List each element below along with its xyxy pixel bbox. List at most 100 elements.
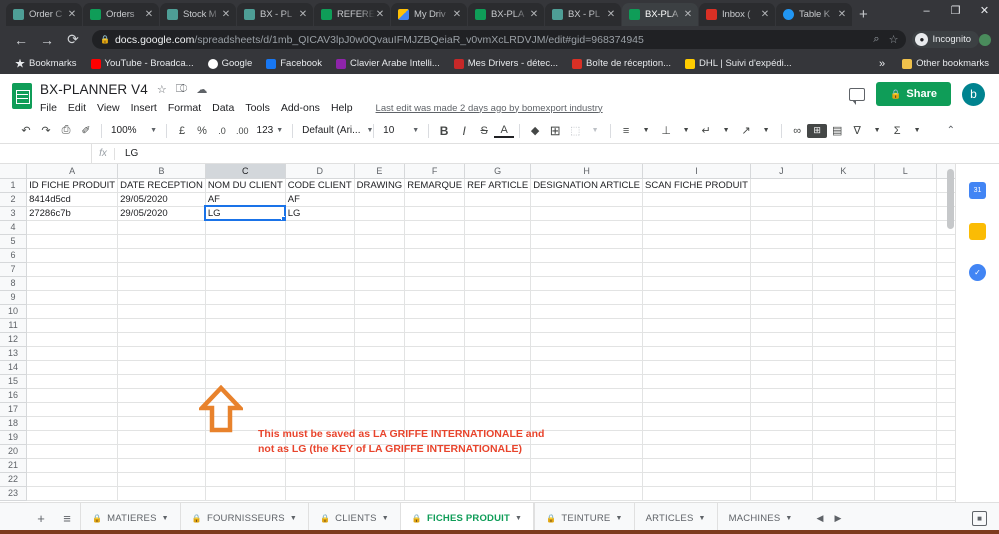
- cell-C10[interactable]: [205, 304, 286, 319]
- cell-F8[interactable]: [404, 276, 466, 291]
- cell-I13[interactable]: [642, 346, 751, 361]
- cell-I5[interactable]: [642, 234, 751, 249]
- address-bar[interactable]: 🔒 docs.google.com /spreadsheets/d/1mb_QI…: [92, 30, 907, 49]
- chevron-down-icon[interactable]: ▼: [515, 515, 522, 522]
- italic-button[interactable]: I: [454, 121, 474, 141]
- cell-E6[interactable]: [354, 248, 406, 263]
- functions-dropdown-icon[interactable]: ▼: [907, 121, 927, 141]
- cell-L4[interactable]: [874, 220, 937, 235]
- cell-K3[interactable]: [812, 206, 875, 221]
- cell-C3-selected[interactable]: LG: [204, 205, 287, 221]
- cell-D13[interactable]: [285, 346, 355, 361]
- percent-format-button[interactable]: %: [192, 121, 212, 141]
- cell-B20[interactable]: [117, 444, 206, 459]
- column-header-L[interactable]: L: [874, 164, 937, 179]
- column-header-G[interactable]: G: [464, 164, 532, 179]
- menu-add-ons[interactable]: Add-ons: [281, 102, 320, 114]
- close-window-button[interactable]: ✕: [970, 0, 999, 22]
- cell-D16[interactable]: [285, 388, 355, 403]
- bold-button[interactable]: B: [434, 121, 454, 141]
- cell-G3[interactable]: [464, 206, 532, 221]
- cell-H19[interactable]: [530, 430, 643, 445]
- fill-color-button[interactable]: ◆: [525, 121, 545, 141]
- cell-H10[interactable]: [530, 304, 643, 319]
- cell-E5[interactable]: [354, 234, 406, 249]
- cell-K16[interactable]: [812, 388, 875, 403]
- browser-tab-5[interactable]: My Driv ✕: [391, 3, 467, 26]
- row-header-12[interactable]: 12: [0, 332, 28, 347]
- cell-J21[interactable]: [750, 458, 813, 473]
- cell-I3[interactable]: [642, 206, 751, 221]
- cell-K23[interactable]: [812, 486, 875, 501]
- bookmark-item-bookmarks[interactable]: Bookmarks: [8, 58, 84, 69]
- cell-B19[interactable]: [117, 430, 206, 445]
- menu-format[interactable]: Format: [168, 102, 201, 114]
- cell-L14[interactable]: [874, 360, 937, 375]
- row-header-10[interactable]: 10: [0, 304, 28, 319]
- paint-format-button[interactable]: ✐: [76, 121, 96, 141]
- cell-D21[interactable]: [285, 458, 355, 473]
- back-icon[interactable]: ←: [8, 28, 34, 52]
- cell-L3[interactable]: [874, 206, 937, 221]
- cell-B2[interactable]: 29/05/2020: [117, 192, 206, 207]
- tab-close-icon[interactable]: ✕: [67, 9, 77, 20]
- comment-icon[interactable]: [849, 87, 866, 105]
- cell-C23[interactable]: [205, 486, 286, 501]
- zoom-select[interactable]: 100% ▼: [107, 122, 161, 140]
- cell-F10[interactable]: [404, 304, 466, 319]
- decrease-decimal-button[interactable]: .0: [212, 121, 232, 141]
- cell-H20[interactable]: [530, 444, 643, 459]
- cell-K22[interactable]: [812, 472, 875, 487]
- cell-I17[interactable]: [642, 402, 751, 417]
- document-title[interactable]: BX-PLANNER V4: [40, 82, 148, 97]
- cell-F23[interactable]: [404, 486, 466, 501]
- profile-avatar-icon[interactable]: [979, 33, 991, 46]
- cell-L10[interactable]: [874, 304, 937, 319]
- cell-E3[interactable]: [354, 206, 406, 221]
- cell-K1[interactable]: [812, 178, 875, 193]
- cell-C7[interactable]: [205, 262, 286, 277]
- cell-I15[interactable]: [642, 374, 751, 389]
- cell-C6[interactable]: [205, 248, 286, 263]
- strikethrough-button[interactable]: S: [474, 121, 494, 141]
- cell-E17[interactable]: [354, 402, 406, 417]
- cell-L9[interactable]: [874, 290, 937, 305]
- cell-I1[interactable]: SCAN FICHE PRODUIT: [642, 178, 751, 193]
- cell-F21[interactable]: [404, 458, 466, 473]
- cell-H7[interactable]: [530, 262, 643, 277]
- cell-L12[interactable]: [874, 332, 937, 347]
- cell-E9[interactable]: [354, 290, 406, 305]
- row-header-21[interactable]: 21: [0, 458, 28, 473]
- cell-C16[interactable]: [205, 388, 286, 403]
- borders-button[interactable]: ⊞: [545, 121, 565, 141]
- cell-B17[interactable]: [117, 402, 206, 417]
- vertical-align-button[interactable]: ⊥: [656, 121, 676, 141]
- cell-E23[interactable]: [354, 486, 406, 501]
- cell-B12[interactable]: [117, 332, 206, 347]
- bookmark-item-other-bookmarks[interactable]: Other bookmarks: [895, 58, 989, 69]
- minimize-button[interactable]: –: [912, 0, 941, 22]
- cell-C18[interactable]: [205, 416, 286, 431]
- tab-close-icon[interactable]: ✕: [683, 9, 693, 20]
- cell-D7[interactable]: [285, 262, 355, 277]
- bookmarks-overflow-icon[interactable]: »: [879, 58, 885, 70]
- add-sheet-button[interactable]: +: [28, 506, 54, 532]
- vertical-scrollbar-thumb[interactable]: [947, 169, 954, 229]
- cell-A13[interactable]: [26, 346, 119, 361]
- row-header-11[interactable]: 11: [0, 318, 28, 333]
- cell-G19[interactable]: [464, 430, 532, 445]
- cell-B23[interactable]: [117, 486, 206, 501]
- cell-G13[interactable]: [464, 346, 532, 361]
- cell-C4[interactable]: [205, 220, 286, 235]
- cell-F2[interactable]: [404, 192, 466, 207]
- cell-A3[interactable]: 27286c7b: [26, 206, 119, 221]
- cell-D15[interactable]: [285, 374, 355, 389]
- cell-G20[interactable]: [464, 444, 532, 459]
- cell-K14[interactable]: [812, 360, 875, 375]
- cell-C20[interactable]: [205, 444, 286, 459]
- cell-F12[interactable]: [404, 332, 466, 347]
- cell-J2[interactable]: [750, 192, 813, 207]
- cell-K11[interactable]: [812, 318, 875, 333]
- cell-F19[interactable]: [404, 430, 466, 445]
- last-edit-status[interactable]: Last edit was made 2 days ago by bomexpo…: [376, 103, 603, 114]
